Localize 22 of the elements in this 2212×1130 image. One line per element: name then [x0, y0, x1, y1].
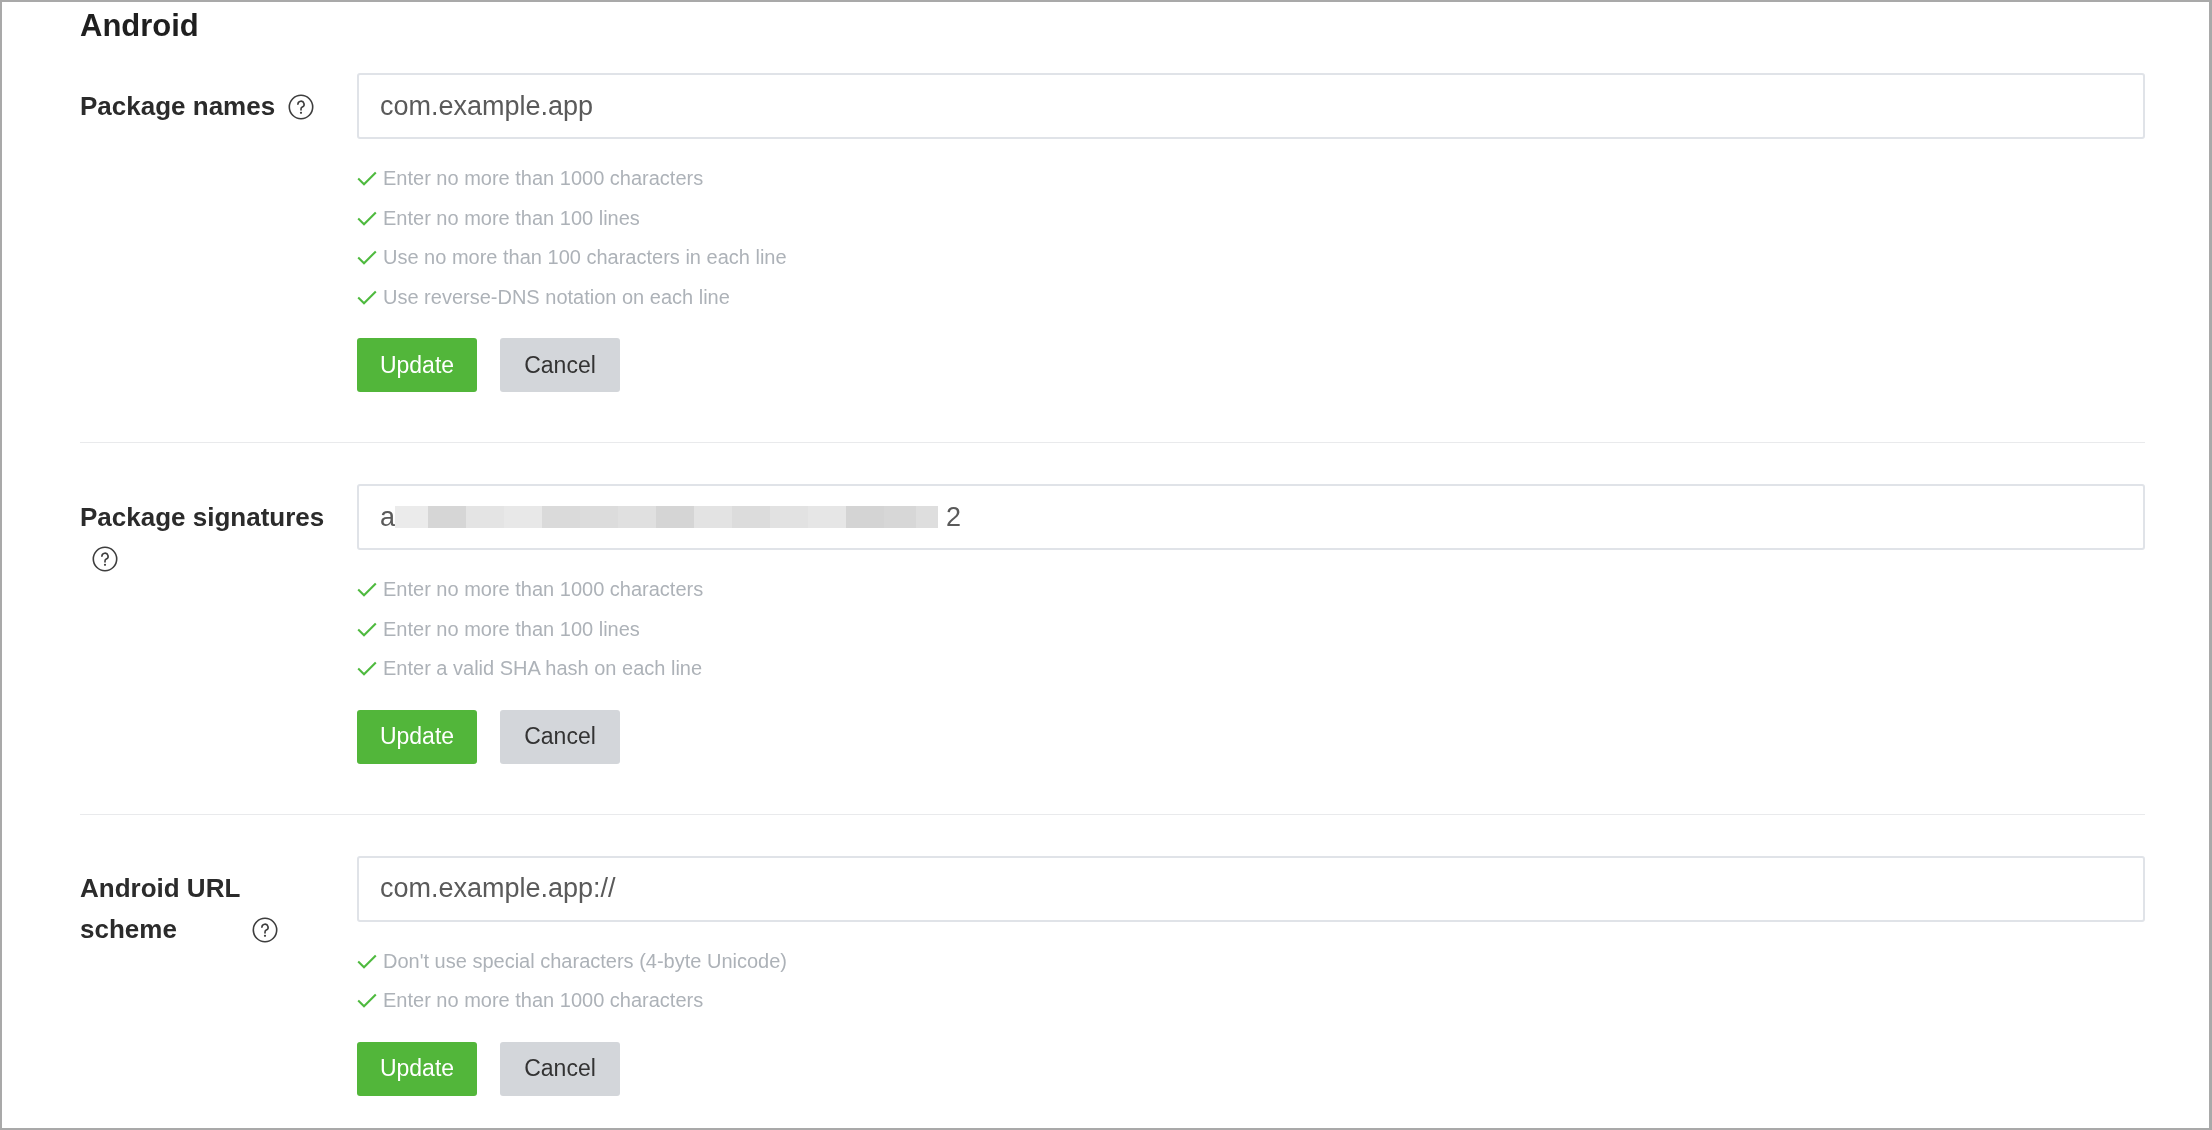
- requirement-text: Enter no more than 1000 characters: [383, 167, 704, 191]
- help-icon[interactable]: [252, 917, 278, 943]
- requirement-text: Use reverse-DNS notation on each line: [383, 285, 730, 309]
- help-icon[interactable]: [92, 545, 118, 572]
- field-label: Package names: [80, 89, 276, 123]
- requirement-text: Don't use special characters (4-byte Unicode): [383, 949, 787, 973]
- text-field[interactable]: a 2: [357, 484, 2145, 550]
- requirement-text: Enter no more than 100 lines: [383, 206, 640, 230]
- help-icon[interactable]: [288, 93, 314, 120]
- text-field[interactable]: com.example.app://: [357, 855, 2145, 922]
- requirement-text: Enter no more than 100 lines: [383, 617, 640, 641]
- requirement-text: Use no more than 100 characters in each line: [383, 246, 787, 270]
- cancel-button[interactable]: Cancel: [500, 1041, 620, 1096]
- field-label: Package signatures: [80, 500, 325, 534]
- cancel-button[interactable]: Cancel: [500, 709, 620, 764]
- section-title: Android: [80, 7, 200, 45]
- cancel-button[interactable]: Cancel: [500, 338, 620, 392]
- requirement-text: Enter no more than 1000 characters: [383, 578, 704, 602]
- requirement-text: Enter a valid SHA hash on each line: [383, 657, 703, 681]
- requirement-text: Enter no more than 1000 characters: [383, 989, 704, 1013]
- field-label: Android URL scheme: [80, 872, 240, 946]
- text-field[interactable]: com.example.app: [357, 73, 2145, 139]
